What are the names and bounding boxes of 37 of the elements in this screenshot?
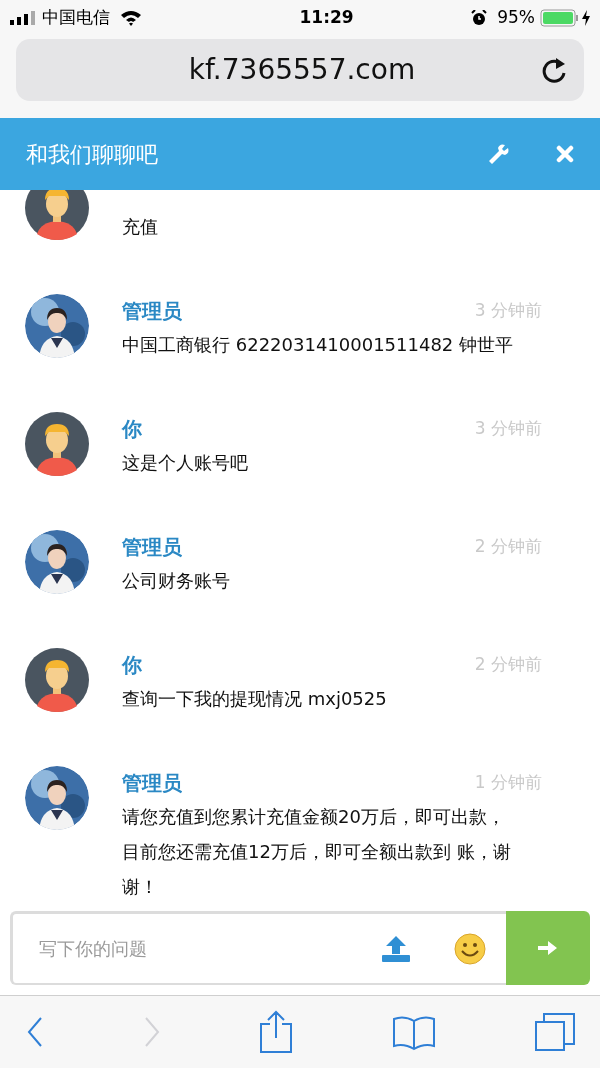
- tabs-icon[interactable]: [534, 1012, 576, 1052]
- message-text: 查询一下我的提现情况 mxj0525: [122, 687, 388, 711]
- avatar-icon: [25, 648, 89, 712]
- close-icon[interactable]: [556, 145, 574, 163]
- battery-percent: 95%: [497, 5, 535, 29]
- share-icon[interactable]: [259, 1010, 293, 1054]
- wrench-icon[interactable]: [488, 143, 510, 165]
- sender-name: 管理员: [122, 297, 182, 325]
- message-text: 请您充值到您累计充值金额20万后，即可出款，目前您还需充值12万后，即可全额出款到 账，谢谢！: [122, 805, 512, 899]
- chat-title: 和我们聊聊吧: [26, 140, 158, 169]
- message-text: 这是个人账号吧: [122, 451, 249, 475]
- avatar-icon: [25, 190, 89, 240]
- url-text: kf.7365557.com: [187, 52, 417, 88]
- smiley-icon[interactable]: [454, 932, 486, 965]
- carrier-name: 中国电信: [42, 5, 110, 29]
- message-text: 公司财务账号: [122, 569, 231, 593]
- sender-name: 你: [122, 415, 142, 443]
- reload-icon[interactable]: [542, 56, 568, 84]
- question-field[interactable]: 写下你的问题: [10, 911, 506, 985]
- message-text: 充值: [122, 215, 159, 239]
- address-bar[interactable]: kf.7365557.com: [16, 39, 584, 101]
- back-icon[interactable]: [26, 1016, 44, 1048]
- sender-name: 管理员: [122, 533, 182, 561]
- message-text: 中国工商银行 6222031410001511482 钟世平: [122, 333, 515, 357]
- question-input[interactable]: 写下你的问题: [13, 914, 382, 983]
- avatar-icon: [25, 412, 89, 476]
- wifi-icon: [120, 9, 142, 26]
- upload-icon[interactable]: [382, 935, 410, 962]
- sender-name: 管理员: [122, 769, 182, 797]
- battery-icon: [540, 8, 580, 27]
- alarm-icon: [471, 9, 488, 26]
- clock-time: 11:29: [298, 5, 354, 29]
- arrow-right-icon: [538, 940, 558, 956]
- charging-icon: [582, 9, 590, 26]
- sender-name: 你: [122, 651, 142, 679]
- signal-icon: [10, 10, 38, 25]
- book-icon[interactable]: [391, 1013, 436, 1051]
